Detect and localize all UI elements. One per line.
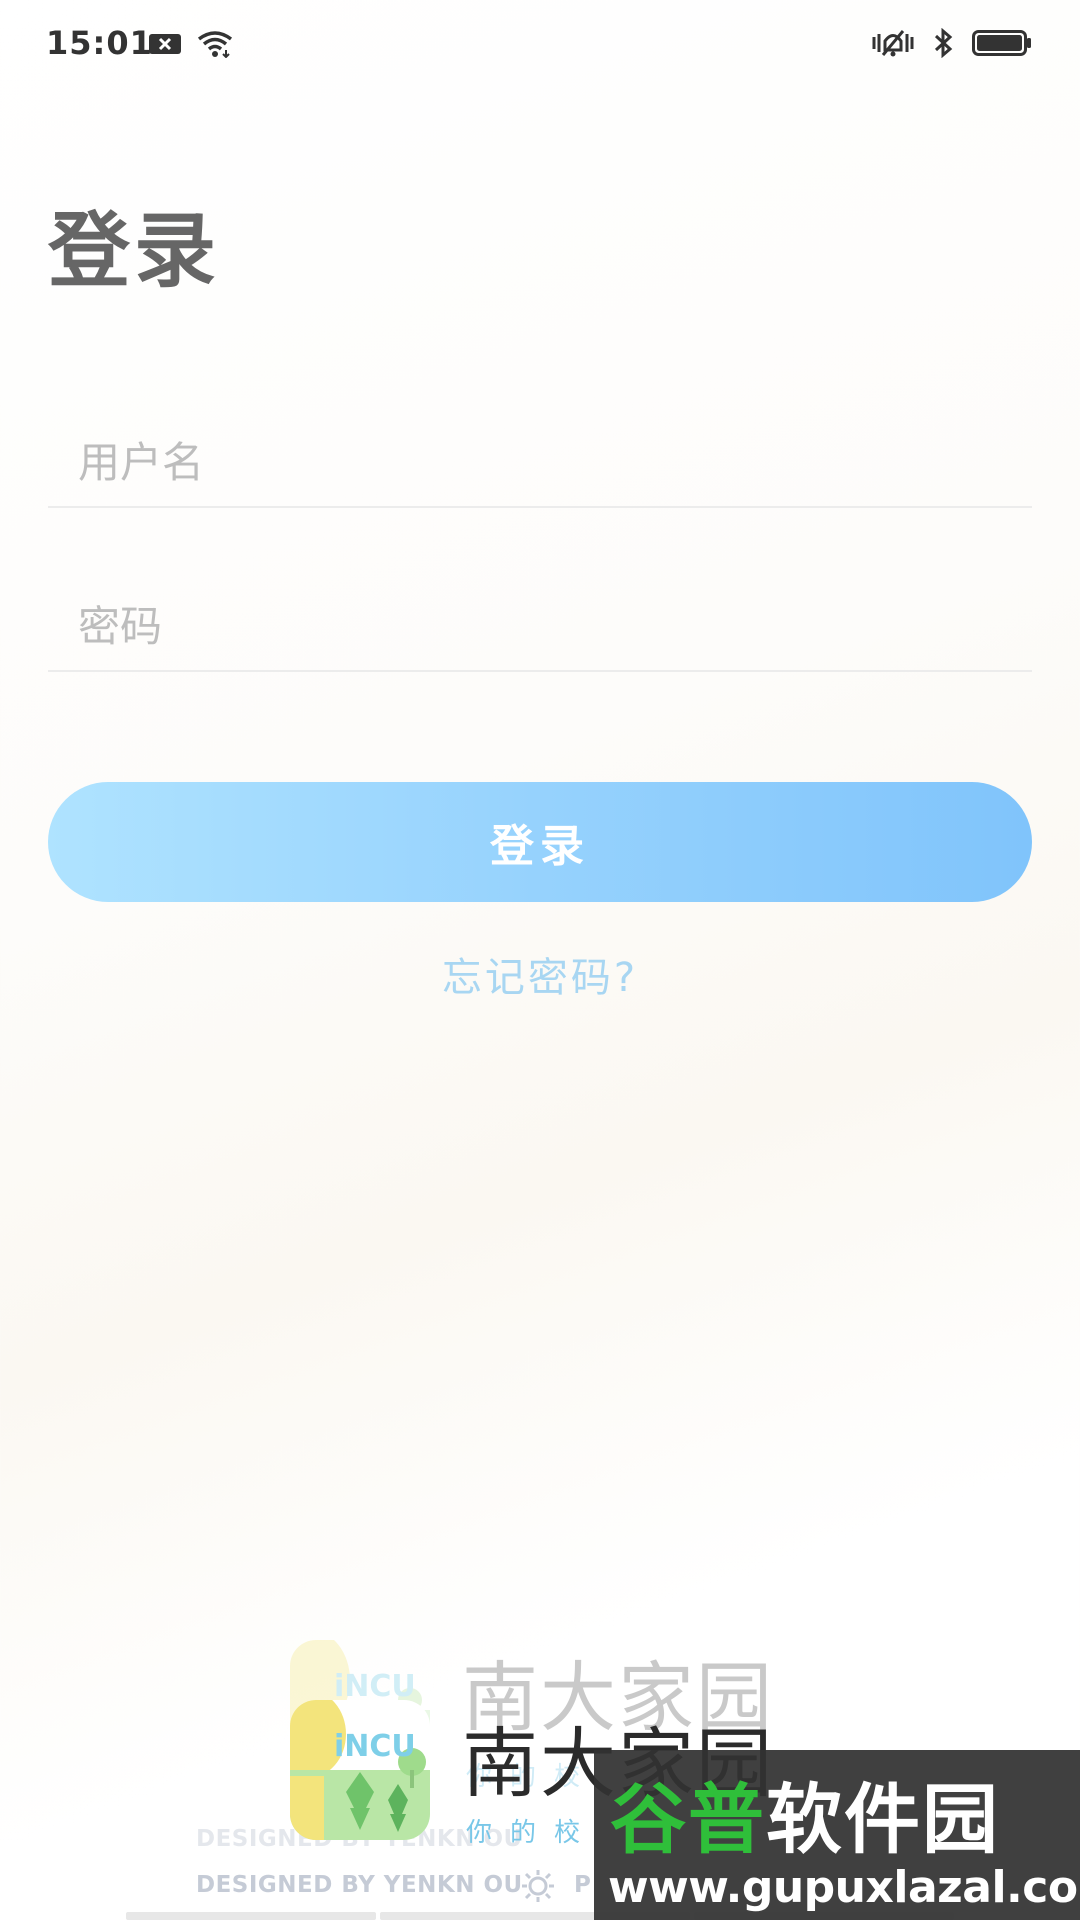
login-button[interactable]: 登录: [48, 782, 1032, 902]
vibrate-icon: [872, 28, 914, 58]
password-field[interactable]: [48, 560, 1032, 672]
svg-text:iNCU: iNCU: [334, 1669, 416, 1704]
username-input[interactable]: [76, 437, 1010, 488]
status-bar: 15:01: [0, 0, 1080, 96]
watermark: 谷普软件园 www.gupuxlazal.com: [594, 1750, 1080, 1920]
battery-icon: [972, 30, 1032, 56]
sun-emblem-icon: [520, 1868, 556, 1908]
watermark-title-part2: 软件园: [766, 1775, 1000, 1864]
wifi-icon: [196, 30, 234, 58]
credit-tail: P: [574, 1872, 591, 1898]
close-box-icon: [148, 32, 182, 56]
status-time: 15:01: [46, 24, 153, 62]
page-title: 登录: [48, 204, 221, 299]
watermark-title: 谷普软件园: [610, 1758, 1000, 1868]
designer-credit: DESIGNED BY YENKN OU: [196, 1872, 523, 1898]
app-logo-icon: iNCU: [290, 1700, 430, 1844]
username-field[interactable]: [48, 396, 1032, 508]
password-input[interactable]: [76, 601, 1010, 652]
watermark-url: www.gupuxlazal.com: [608, 1862, 1080, 1913]
bluetooth-icon: [932, 28, 954, 58]
watermark-title-part1: 谷普: [610, 1775, 766, 1864]
svg-text:iNCU: iNCU: [334, 1729, 416, 1764]
brand-slogan: 你的校: [466, 1818, 599, 1848]
forgot-password-link[interactable]: 忘记密码?: [0, 945, 1080, 1003]
